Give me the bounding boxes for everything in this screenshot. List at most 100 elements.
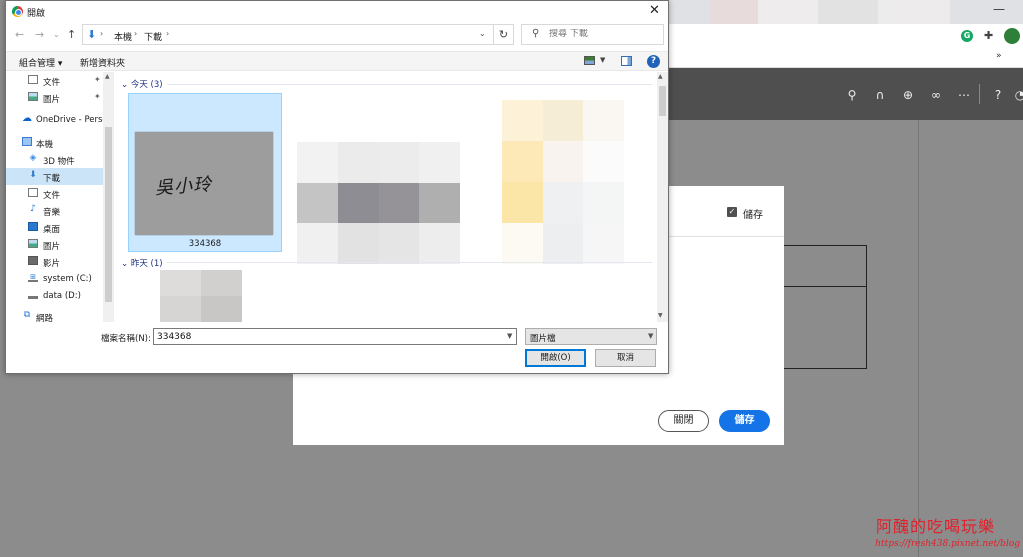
filetype-select[interactable]: 圖片檔 [525, 328, 657, 345]
app-right-panel [918, 120, 1023, 557]
onedrive-icon: ☁ [22, 113, 32, 124]
address-bar[interactable]: ⬇ › 本機 › 下載 › ⌄ [82, 24, 514, 45]
back-arrow-icon[interactable]: ← [15, 28, 24, 41]
sidebar-scroll-thumb[interactable] [105, 127, 112, 302]
search-icon[interactable]: ⚲ [844, 88, 860, 102]
search-icon: ⚲ [532, 28, 540, 39]
sidebar-item-documents-pinned[interactable]: 文件 ✦ [6, 72, 103, 89]
bookmarks-bar [668, 48, 1023, 68]
sidebar-item-network[interactable]: ⧉ 網路 [6, 308, 103, 325]
watermark-title: 阿醜的吃喝玩樂 [875, 517, 995, 536]
3d-objects-icon: ◈ [29, 153, 37, 163]
extensions-puzzle-icon[interactable]: ✚ [984, 29, 993, 42]
new-folder-button[interactable]: 新增資料夾 [80, 56, 125, 69]
organize-menu[interactable]: 組合管理 ▾ [19, 56, 62, 69]
preview-pane-icon[interactable] [621, 56, 632, 66]
download-folder-icon: ⬇ [87, 28, 97, 41]
breadcrumb-chevron-icon[interactable]: › [100, 29, 103, 38]
close-button[interactable]: 關閉 [658, 410, 709, 432]
search-input[interactable] [549, 29, 659, 39]
profile-avatar[interactable] [1004, 28, 1020, 44]
forward-arrow-icon[interactable]: → [35, 28, 44, 41]
minimize-icon[interactable]: — [993, 2, 1005, 16]
breadcrumb-this-pc[interactable]: 本機 [114, 30, 132, 43]
open-button[interactable]: 開啟(O) [525, 349, 586, 367]
download-icon: ⬇ [29, 170, 37, 180]
headphones-icon[interactable]: ∩ [872, 88, 888, 102]
sidebar-item-pictures[interactable]: 圖片 [6, 236, 103, 253]
group-header-today[interactable]: ⌄ 今天 (3) [121, 78, 163, 90]
more-options-icon[interactable]: ⋯ [956, 88, 972, 102]
pin-icon[interactable]: ✦ [94, 92, 101, 101]
group-label: 昨天 (1) [130, 259, 163, 269]
sidebar-item-this-pc[interactable]: 本機 [6, 134, 103, 151]
link-icon[interactable]: ∞ [928, 88, 944, 102]
close-icon[interactable]: ✕ [649, 3, 660, 18]
video-icon [28, 256, 38, 265]
dialog-title: 開啟 [27, 9, 46, 19]
watermark-url: https://fresh438.pixnet.net/blog [875, 539, 1020, 549]
add-comment-icon[interactable]: ⊕ [900, 88, 916, 102]
more-bookmarks-icon[interactable]: » [996, 51, 1002, 61]
breadcrumb-downloads[interactable]: 下載 [144, 30, 162, 43]
blog-watermark: 阿醜的吃喝玩樂 https://fresh438.pixnet.net/blog [820, 513, 1020, 549]
sidebar-item-onedrive[interactable]: ☁ OneDrive - Perso [6, 111, 103, 128]
file-thumbnail-blurred[interactable] [502, 100, 624, 264]
sidebar-item-system-c[interactable]: ⊞ system (C:) [6, 270, 103, 287]
chrome-icon [12, 6, 23, 17]
document-icon [28, 188, 38, 197]
sidebar-item-documents[interactable]: 文件 [6, 185, 103, 202]
music-icon: ♪ [30, 204, 36, 214]
search-box[interactable]: ⚲ [521, 24, 664, 45]
group-divider [167, 84, 652, 85]
grammarly-extension-icon[interactable]: G [961, 30, 973, 42]
sidebar-item-pictures-pinned[interactable]: 圖片 ✦ [6, 89, 103, 106]
cancel-button[interactable]: 取消 [595, 349, 656, 367]
scroll-up-icon[interactable]: ▲ [658, 73, 663, 80]
file-tile-selected[interactable]: 吳小玲 [128, 93, 282, 252]
file-thumbnail-blurred[interactable] [160, 270, 242, 322]
up-arrow-icon[interactable]: ↑ [67, 28, 76, 41]
recent-locations-icon[interactable]: ⌄ [53, 30, 60, 39]
pin-icon[interactable]: ✦ [94, 75, 101, 84]
sidebar-item-data-d[interactable]: data (D:) [6, 287, 103, 304]
chevron-down-icon[interactable]: ▼ [600, 56, 605, 64]
breadcrumb-chevron-icon[interactable]: › [134, 29, 137, 38]
desktop-icon [28, 222, 38, 231]
signature-image-text: 吳小玲 [154, 174, 213, 199]
toolbar-divider [979, 84, 980, 104]
refresh-icon[interactable]: ↻ [493, 24, 514, 45]
this-pc-icon [22, 137, 32, 146]
scroll-up-icon[interactable]: ▲ [105, 73, 110, 80]
file-list-scroll-thumb[interactable] [659, 86, 666, 116]
view-options-icon[interactable] [584, 56, 595, 65]
filename-field[interactable] [153, 328, 517, 345]
sidebar-item-videos[interactable]: 影片 [6, 253, 103, 270]
file-thumbnail-blurred[interactable] [297, 142, 460, 264]
command-bar: 組合管理 ▾ 新增資料夾 ▼ ? [6, 51, 668, 71]
file-open-dialog: 開啟 ✕ ← → ⌄ ↑ ⬇ › 本機 › 下載 › ⌄ ↻ ⚲ 組合管理 ▾ … [5, 0, 669, 374]
pictures-icon [28, 92, 38, 101]
save-checkbox[interactable]: ✓ [727, 207, 737, 217]
breadcrumb-chevron-icon[interactable]: › [166, 29, 169, 38]
address-dropdown-icon[interactable]: ⌄ [479, 29, 486, 38]
group-header-yesterday[interactable]: ⌄ 昨天 (1) [121, 257, 163, 269]
file-thumbnail: 吳小玲 [135, 132, 273, 235]
network-icon: ⧉ [23, 310, 31, 320]
sidebar-item-downloads[interactable]: ⬇ 下載 [6, 168, 103, 185]
drive-d-icon [28, 290, 38, 299]
help-icon[interactable]: ? [990, 88, 1006, 102]
save-checkbox-label: 儲存 [743, 210, 763, 221]
chevron-down-icon[interactable]: ▼ [507, 332, 512, 340]
cloud-icon[interactable]: ◔ [1012, 88, 1023, 102]
drive-c-icon: ⊞ [28, 273, 38, 282]
filename-label: 檔案名稱(N): [101, 334, 151, 344]
document-icon [28, 75, 38, 84]
sidebar-item-music[interactable]: ♪ 音樂 [6, 202, 103, 219]
save-button[interactable]: 儲存 [719, 410, 770, 432]
chevron-down-icon[interactable]: ▼ [648, 332, 653, 340]
scroll-down-icon[interactable]: ▼ [658, 312, 663, 319]
help-icon[interactable]: ? [647, 55, 660, 68]
sidebar-item-desktop[interactable]: 桌面 [6, 219, 103, 236]
sidebar-item-3d-objects[interactable]: ◈ 3D 物件 [6, 151, 103, 168]
